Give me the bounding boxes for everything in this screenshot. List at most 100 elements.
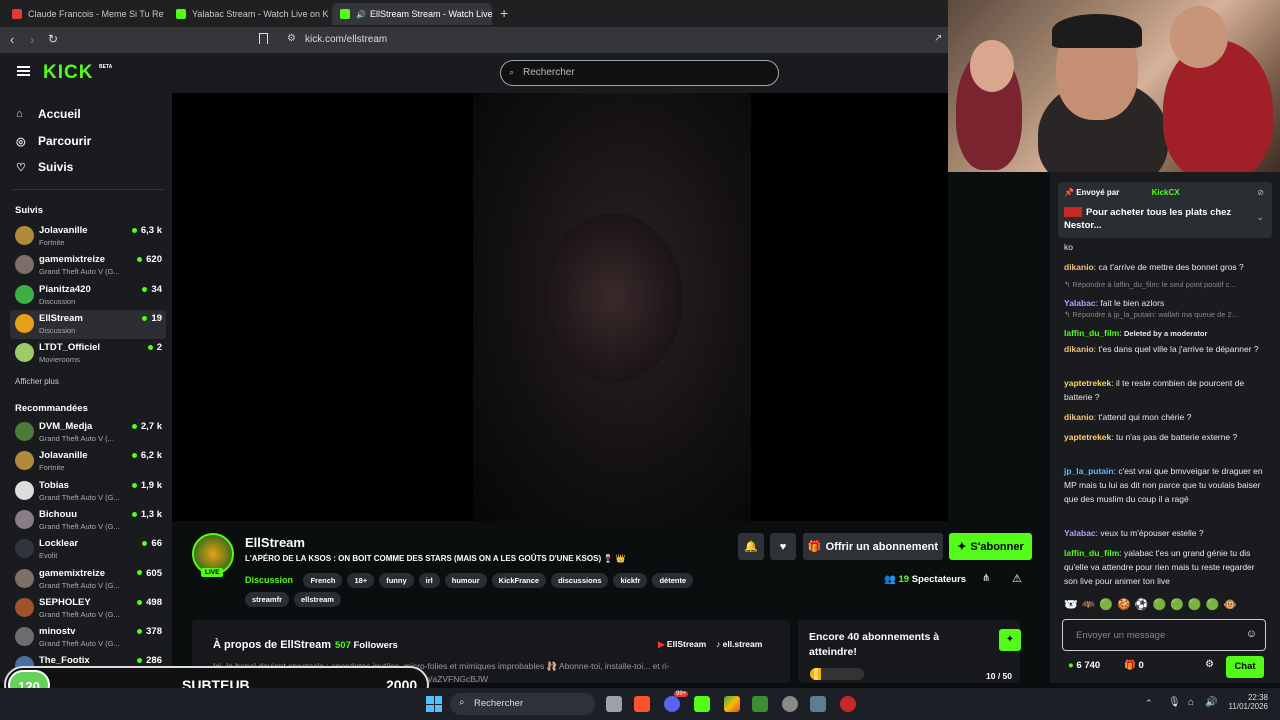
hide-icon[interactable]: ⊘ <box>1257 188 1264 197</box>
goal-gift-button[interactable]: ✦ <box>999 629 1021 651</box>
url-text[interactable]: kick.com/ellstream <box>305 34 387 45</box>
chat-input-placeholder: Envoyer un message <box>1076 630 1166 641</box>
pinned-message[interactable]: 📌 Envoyé par KickCX ⊘ Pour acheter tous … <box>1058 182 1272 238</box>
chat-message: Yalabac: fait le bien azlors <box>1064 298 1165 308</box>
bookmark-icon[interactable] <box>259 33 268 44</box>
channel-item[interactable]: Tobias Grand Theft Auto V (G... 1,9 k <box>10 477 166 506</box>
channel-item[interactable]: Jolavanille Fortnite 6,2 k <box>10 447 166 476</box>
kick-logo[interactable]: KICK <box>43 62 93 84</box>
file-explorer-icon[interactable] <box>606 696 622 712</box>
show-more-link[interactable]: Afficher plus <box>15 377 59 386</box>
channel-item[interactable]: EllStream Discussion 19 <box>10 309 166 339</box>
settings-gear-icon[interactable]: ⚙ <box>1205 659 1214 670</box>
tab-claude-francois[interactable]: Claude Francois - Meme Si Tu Revena <box>4 3 164 25</box>
channel-item[interactable]: LTDT_Officiel Movierooms 2 <box>10 339 166 368</box>
new-tab-button[interactable]: + <box>500 5 508 21</box>
taskbar-search[interactable]: ⌕ Rechercher <box>450 693 595 715</box>
microphone-icon[interactable]: 🎙 <box>1168 697 1181 708</box>
kick-app-icon[interactable] <box>694 696 710 712</box>
channel-item[interactable]: DVM_Medja Grand Theft Auto V (... 2,7 k <box>10 418 166 447</box>
tab-ellstream[interactable]: 🔊 EllStream Stream - Watch Live ✕ <box>332 3 492 25</box>
share-icon[interactable]: ↗ <box>934 33 942 44</box>
gift-count[interactable]: 🎁 0 <box>1124 660 1144 671</box>
tag-chip[interactable]: humour <box>444 573 487 588</box>
channel-item[interactable]: Jolavanille Fortnite 6,3 k <box>10 222 166 251</box>
tag-chip[interactable]: streamfr <box>245 592 290 607</box>
share-icon[interactable]: ⋔ <box>982 573 990 584</box>
viewer-count-value: 605 <box>146 567 162 579</box>
channel-item[interactable]: Pianitza420 Discussion 34 <box>10 281 166 310</box>
category-link[interactable]: Discussion <box>245 575 293 585</box>
channel-item[interactable]: gamemixtreize Grand Theft Auto V (G... 620 <box>10 251 166 280</box>
channel-item[interactable]: SEPHOLEY Grand Theft Auto V (G... 498 <box>10 594 166 623</box>
nav-following[interactable]: ♡ Suivis <box>16 160 73 174</box>
chat-username[interactable]: laffin_du_film <box>1064 328 1119 338</box>
subscribe-button[interactable]: ✦ S'abonner <box>949 533 1032 560</box>
chat-username[interactable]: jp_la_putain <box>1064 466 1114 476</box>
emote-bar[interactable]: 🐻‍❄️🦇🟢🍪⚽🟢🟢🟢🟢🐵 <box>1064 598 1270 616</box>
channel-item[interactable]: gamemixtreize Grand Theft Auto V (G... 605 <box>10 565 166 594</box>
chat-username[interactable]: Yalabac <box>1064 528 1096 538</box>
play-store-icon[interactable] <box>724 696 740 712</box>
brave-browser-icon[interactable] <box>634 696 650 712</box>
tab-yalabac[interactable]: Yalabac Stream - Watch Live on Kick <box>168 3 328 25</box>
chat-send-button[interactable]: Chat <box>1226 656 1264 678</box>
channel-item[interactable]: minostv Grand Theft Auto V (G... 378 <box>10 623 166 652</box>
chat-message: ko <box>1064 240 1270 254</box>
chat-username[interactable]: Yalabac <box>1064 298 1096 308</box>
tag-chip[interactable]: 18+ <box>347 573 375 588</box>
chat-username[interactable]: yaptetrekek <box>1064 378 1111 388</box>
discord-icon[interactable] <box>664 696 680 712</box>
tag-chip[interactable]: irl <box>418 573 440 588</box>
search-input[interactable]: ⌕ Rechercher <box>500 60 779 86</box>
live-dot-icon <box>142 315 148 321</box>
forward-icon[interactable]: › <box>30 32 34 47</box>
tag-chip[interactable]: KickFrance <box>491 573 547 588</box>
volume-icon[interactable]: 🔊 <box>1205 697 1217 708</box>
back-icon[interactable]: ‹ <box>10 32 14 47</box>
follow-button[interactable]: ♥ <box>770 533 796 560</box>
chevron-down-icon[interactable]: ⌄ <box>1256 212 1264 223</box>
tag-chip[interactable]: détente <box>652 573 694 588</box>
menu-icon[interactable] <box>17 66 30 76</box>
tag-chip[interactable]: kickfr <box>613 573 648 588</box>
chat-input[interactable]: Envoyer un message ☺ <box>1062 619 1266 651</box>
chat-username[interactable]: laffin_du_film <box>1064 548 1119 558</box>
youtube-link[interactable]: ▶ EllStream <box>658 639 706 650</box>
tag-chip[interactable]: ellstream <box>294 592 341 607</box>
chat-username[interactable]: dikanio <box>1064 344 1094 354</box>
nav-browse[interactable]: ◎ Parcourir <box>16 134 91 148</box>
network-icon[interactable]: ⌂ <box>1188 697 1194 708</box>
reload-icon[interactable]: ↻ <box>48 32 58 46</box>
chat-username[interactable]: yaptetrekek <box>1064 432 1111 442</box>
green-app-icon[interactable] <box>752 696 768 712</box>
emoji-icon[interactable]: ☺ <box>1246 628 1257 640</box>
notification-bell-button[interactable]: 🔔 <box>738 533 764 560</box>
streamer-name[interactable]: EllStream <box>245 535 305 550</box>
tag-chip[interactable]: funny <box>379 573 414 588</box>
tiktok-link[interactable]: ♪ ell.stream <box>716 639 762 649</box>
video-player[interactable] <box>172 93 948 521</box>
chat-username[interactable]: dikanio <box>1064 412 1094 422</box>
reply-preview[interactable]: ↰ Répondre à jp_la_putain: wallah ma que… <box>1064 310 1270 319</box>
media-player-icon[interactable] <box>840 696 856 712</box>
chat-username[interactable]: dikanio <box>1064 262 1094 272</box>
nav-label: Suivis <box>38 160 74 174</box>
settings-app-icon[interactable] <box>810 696 826 712</box>
reply-preview[interactable]: ↰ Répondre à laffin_du_film: le seul poi… <box>1064 280 1270 289</box>
nav-home[interactable]: ⌂ Accueil <box>16 107 81 121</box>
gift-sub-button[interactable]: 🎁 Offrir un abonnement <box>803 533 943 560</box>
tag-chip[interactable]: French <box>303 573 343 588</box>
channel-category: Movierooms <box>39 355 80 365</box>
channel-item[interactable]: Locklear Evolit 66 <box>10 535 166 564</box>
report-icon[interactable]: ⚠ <box>1012 572 1022 585</box>
windows-start-icon[interactable] <box>426 696 442 712</box>
clock[interactable]: 22:38 11/01/2026 <box>1226 693 1268 711</box>
tag-chip[interactable]: discussions <box>551 573 609 588</box>
chevron-up-icon[interactable]: ⌃ <box>1145 698 1153 709</box>
channel-item[interactable]: Bichouu Grand Theft Auto V (G... 1,3 k <box>10 506 166 535</box>
channel-points[interactable]: ● 6 740 <box>1068 660 1100 671</box>
site-info-icon[interactable]: ⚙ <box>287 33 296 44</box>
nav-label: Parcourir <box>38 134 92 148</box>
obs-icon[interactable] <box>782 696 798 712</box>
